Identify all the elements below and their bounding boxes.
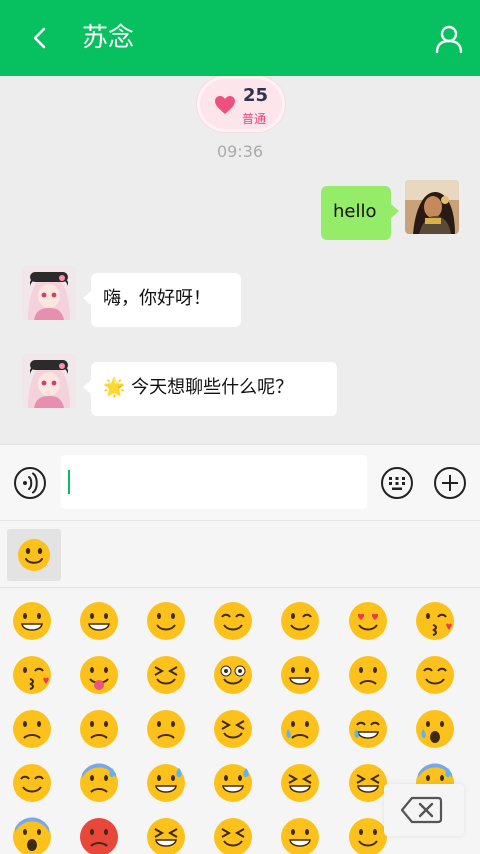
emoji-category-bar [0, 520, 480, 588]
emoji-squint-icon[interactable] [212, 816, 254, 854]
intimacy-label: 普通 [242, 112, 267, 126]
emoji-sleepy-icon[interactable] [11, 762, 53, 804]
emoji-blush-icon[interactable] [212, 600, 254, 642]
emoji-yum-icon[interactable] [347, 816, 389, 854]
heart-icon [215, 96, 235, 114]
message-text: 嗨，你好呀！ [103, 288, 211, 309]
message-bubble-mine[interactable]: hello [321, 186, 399, 240]
emoji-smile-icon[interactable] [145, 600, 187, 642]
chat-title: 苏念 [82, 23, 135, 53]
emoji-scream-icon[interactable] [11, 816, 53, 854]
emoji-kiss-icon[interactable] [414, 600, 456, 642]
my-avatar[interactable] [405, 180, 459, 234]
message-bubble-theirs[interactable]: 嗨，你好呀！ [83, 273, 241, 327]
emoji-sad-icon[interactable] [78, 708, 120, 750]
emoji-angry-icon[interactable] [78, 816, 120, 854]
emoji-wink-icon[interactable] [279, 600, 321, 642]
top-bar: 苏念 [0, 0, 480, 76]
emoji-unamused-icon[interactable] [11, 708, 53, 750]
delete-button[interactable] [384, 784, 464, 836]
bot-avatar-image [22, 354, 76, 408]
emoji-sad-icon[interactable] [145, 708, 187, 750]
text-cursor [68, 470, 70, 494]
emoji-hearteyes-icon[interactable] [347, 600, 389, 642]
user-profile-icon[interactable] [434, 24, 464, 54]
message-timestamp: 09:36 [216, 142, 264, 161]
message-text: 🌟 今天想聊些什么呢？ [103, 377, 294, 398]
emoji-flushed-icon[interactable] [212, 654, 254, 696]
emoji-sob-icon[interactable] [414, 708, 456, 750]
emoji-grin-icon[interactable] [279, 654, 321, 696]
emoji-squint-icon[interactable] [145, 654, 187, 696]
my-avatar-image [405, 180, 459, 234]
emoji-tired-icon[interactable] [347, 762, 389, 804]
emoji-sad-icon[interactable] [347, 654, 389, 696]
emoji-sweat-icon[interactable] [145, 762, 187, 804]
emoji-sweat-icon[interactable] [212, 762, 254, 804]
emoji-tired-icon[interactable] [145, 816, 187, 854]
emoji-category-tab-smileys[interactable] [7, 529, 61, 581]
emoji-fear-icon[interactable] [78, 762, 120, 804]
voice-input-icon[interactable] [13, 466, 47, 500]
emoji-squint-icon[interactable] [212, 708, 254, 750]
keyboard-icon[interactable] [380, 466, 414, 500]
emoji-cry-icon[interactable] [279, 708, 321, 750]
smiley-category-icon [18, 539, 50, 571]
emoji-grin-icon[interactable] [11, 600, 53, 642]
emoji-grin-icon[interactable] [78, 600, 120, 642]
intimacy-badge[interactable]: 25 普通 [197, 76, 285, 132]
intimacy-level: 25 [243, 85, 269, 106]
backspace-icon [400, 796, 443, 824]
emoji-laugh-icon[interactable] [347, 708, 389, 750]
message-text: hello [333, 201, 377, 222]
input-bar [0, 444, 480, 520]
emoji-relieved-icon[interactable] [414, 654, 456, 696]
emoji-grin-icon[interactable] [279, 816, 321, 854]
bot-avatar[interactable] [22, 266, 76, 320]
message-bubble-theirs[interactable]: 🌟 今天想聊些什么呢？ [83, 362, 337, 416]
emoji-tongue-icon[interactable] [78, 654, 120, 696]
plus-icon[interactable] [433, 466, 467, 500]
bot-avatar-image [22, 266, 76, 320]
bot-avatar[interactable] [22, 354, 76, 408]
emoji-panel [0, 588, 480, 854]
message-input[interactable] [61, 455, 367, 509]
back-arrow-icon[interactable] [26, 24, 54, 52]
emoji-tired-icon[interactable] [279, 762, 321, 804]
chat-area[interactable]: 25 普通 09:36 hello 嗨，你好呀！ 🌟 今天想聊些什么呢？ [0, 76, 480, 444]
emoji-kiss-icon[interactable] [11, 654, 53, 696]
